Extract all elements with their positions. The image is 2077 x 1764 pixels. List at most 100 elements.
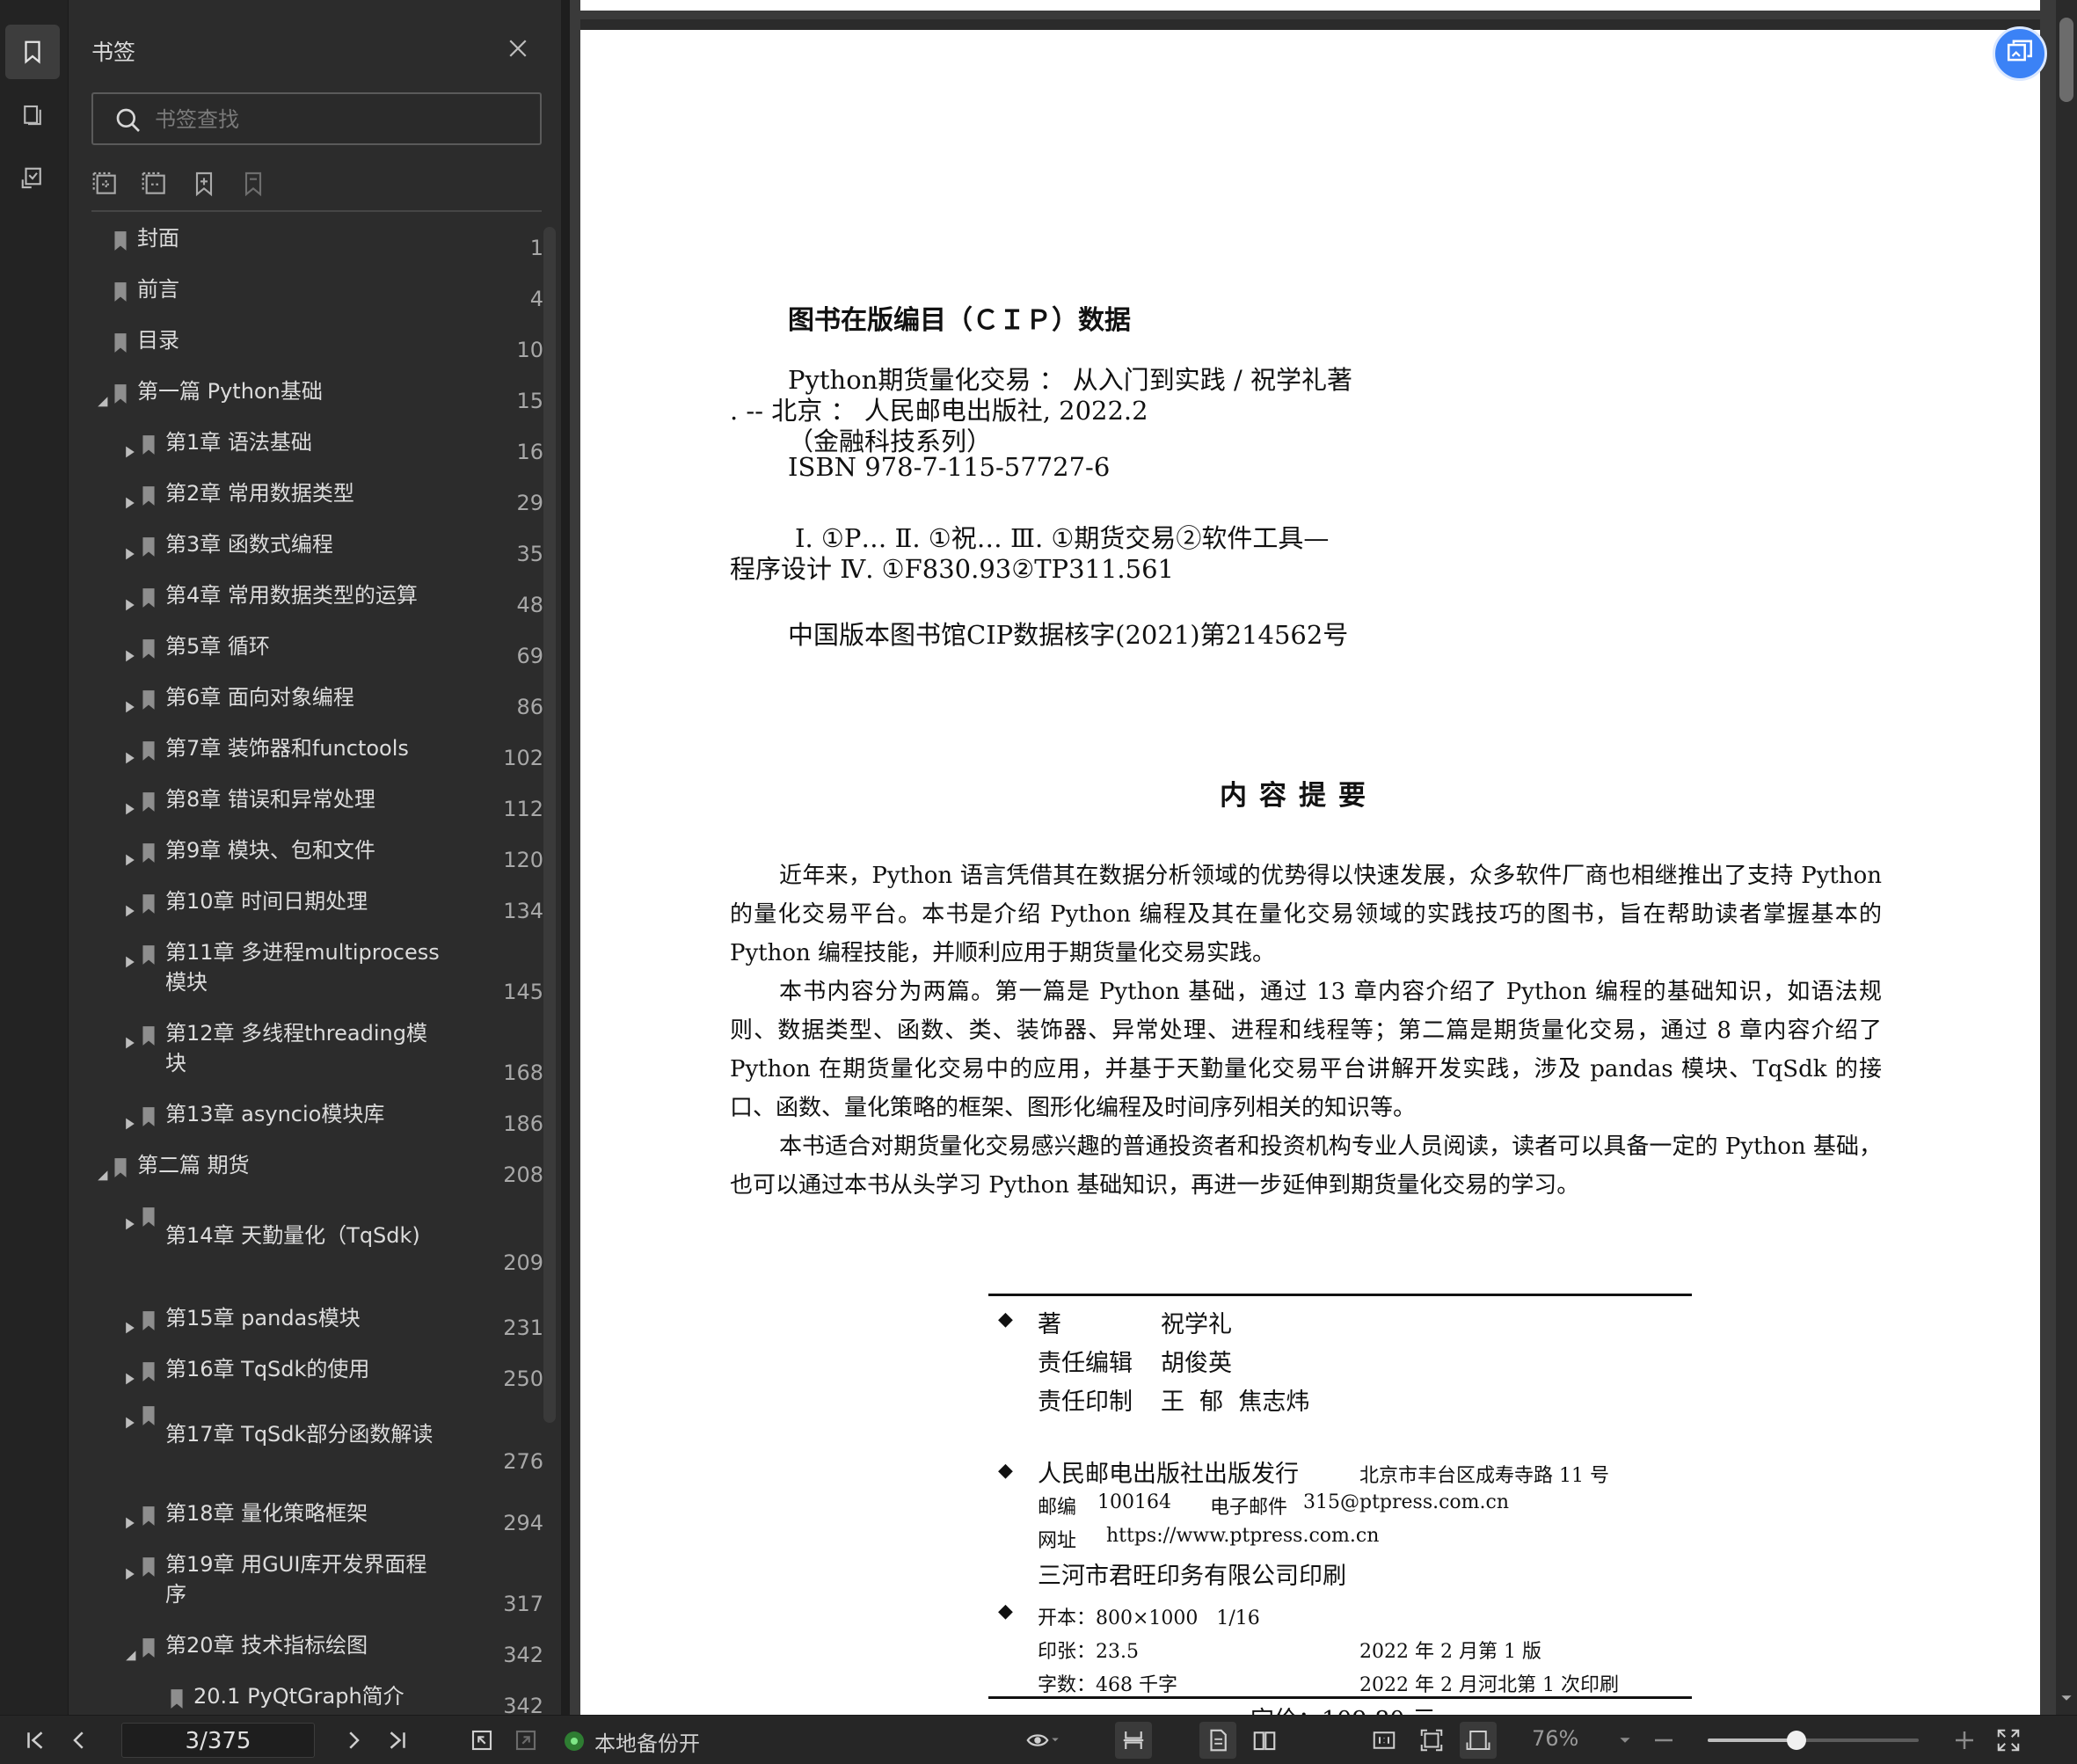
eye-protection-button[interactable] [1018, 1724, 1066, 1756]
collapsed-triangle-icon[interactable] [123, 593, 137, 611]
zoom-in-button[interactable] [1949, 1724, 1980, 1756]
bookmark-panel-button[interactable] [5, 25, 60, 79]
floating-tool-button[interactable] [1993, 26, 2047, 81]
bookmark-icon [141, 1556, 157, 1578]
thumbnail-panel-button[interactable] [5, 88, 60, 142]
fit-page-button[interactable] [1416, 1724, 1447, 1756]
collapsed-triangle-icon[interactable] [123, 746, 137, 764]
scrollbar-thumb[interactable] [2059, 18, 2073, 102]
bookmark-item[interactable]: 第20章 技术指标绘图 342 [69, 1633, 543, 1678]
previous-page-button[interactable] [63, 1724, 95, 1756]
two-page-button[interactable] [1249, 1724, 1280, 1756]
last-page-button[interactable] [382, 1724, 413, 1756]
bookmark-item[interactable]: 第1章 语法基础 16 [69, 430, 543, 475]
bookmark-item[interactable]: 第4章 常用数据类型的运算 48 [69, 583, 543, 628]
collapse-all-button[interactable] [141, 170, 172, 201]
zoom-dropdown-button[interactable] [1616, 1724, 1634, 1756]
bookmark-icon [141, 536, 157, 558]
bookmark-item[interactable]: 目录 10 [69, 328, 543, 373]
collapsed-triangle-icon[interactable] [123, 899, 137, 917]
collapsed-triangle-icon[interactable] [123, 1212, 137, 1230]
bookmark-item[interactable]: 第7章 装饰器和functools 102 [69, 736, 543, 781]
zoom-slider[interactable] [1708, 1731, 1919, 1750]
bookmark-scrollbar[interactable] [543, 227, 556, 1423]
bookmark-item[interactable]: 第12章 多线程threading模 块 168 [69, 1021, 543, 1092]
scroll-down-icon[interactable] [2060, 1692, 2073, 1704]
first-page-button[interactable] [19, 1724, 51, 1756]
bookmark-item[interactable]: 第19章 用GUI库开发界面程 序 317 [69, 1552, 543, 1623]
publisher-address: 北京市丰台区成寿寺路 11 号 [1359, 1465, 1609, 1487]
fullscreen-button[interactable] [1993, 1724, 2024, 1756]
bookmark-item[interactable]: 第18章 量化策略框架 294 [69, 1501, 543, 1546]
panel-splitter[interactable] [561, 0, 570, 1715]
bookmark-item[interactable]: 第17章 TqSdk部分函数解读 276 [69, 1406, 543, 1474]
bookmark-page-number: 145 [503, 980, 543, 1004]
first-page-icon [27, 1731, 43, 1749]
bookmark-item[interactable]: 封面 1 [69, 227, 543, 271]
zoom-slider-knob[interactable] [1786, 1731, 1806, 1750]
bookmark-item[interactable]: 前言 4 [69, 277, 543, 322]
bookmark-item[interactable]: 20.1 PyQtGraph简介 342 [69, 1684, 543, 1715]
postcode-label: 邮编 [1038, 1497, 1077, 1519]
bookmark-page-number: 102 [503, 746, 543, 770]
zoom-level[interactable]: 76% [1532, 1726, 1578, 1751]
collapsed-triangle-icon[interactable] [123, 491, 137, 509]
continuous-scroll-button[interactable] [1115, 1722, 1152, 1759]
collapsed-triangle-icon[interactable] [123, 797, 137, 815]
bookmark-page-number: 342 [503, 1694, 543, 1715]
expanded-triangle-icon[interactable] [95, 389, 109, 407]
bookmark-item[interactable]: 第8章 错误和异常处理 112 [69, 787, 543, 832]
collapsed-triangle-icon[interactable] [123, 644, 137, 662]
collapsed-triangle-icon[interactable] [123, 695, 137, 713]
bookmark-label: 第6章 面向对象编程 [165, 685, 354, 710]
go-forward-button[interactable] [510, 1724, 542, 1756]
backup-label: 本地备份开 [594, 1731, 700, 1756]
bookmark-item[interactable]: 第6章 面向对象编程 86 [69, 685, 543, 730]
add-bookmark-button[interactable] [190, 170, 222, 201]
document-scrollbar[interactable] [2056, 0, 2077, 1715]
bookmark-item[interactable]: 第11章 多进程multiprocess 模块 145 [69, 940, 543, 1011]
bookmark-page-number: 208 [503, 1163, 543, 1187]
bookmark-label: 第17章 TqSdk部分函数解读 [165, 1422, 434, 1447]
collapsed-triangle-icon[interactable] [123, 542, 137, 560]
bookmark-item[interactable]: 第9章 模块、包和文件 120 [69, 838, 543, 883]
bookmark-item[interactable]: 第14章 天勤量化（TqSdk) 209 [69, 1207, 543, 1275]
bookmark-item[interactable]: 第3章 函数式编程 35 [69, 532, 543, 577]
bookmark-item[interactable]: 第一篇 Python基础 15 [69, 379, 543, 424]
single-page-button[interactable] [1199, 1722, 1236, 1759]
collapsed-triangle-icon[interactable] [123, 1511, 137, 1529]
collapsed-triangle-icon[interactable] [123, 1562, 137, 1580]
zoom-out-button[interactable] [1648, 1724, 1680, 1756]
bookmark-item[interactable]: 第15章 pandas模块 231 [69, 1306, 543, 1351]
expand-all-button[interactable] [91, 170, 123, 201]
bookmark-item[interactable]: 第13章 asyncio模块库 186 [69, 1102, 543, 1147]
bookmark-item[interactable]: 第10章 时间日期处理 134 [69, 889, 543, 934]
bookmark-item[interactable]: 第二篇 期货 208 [69, 1153, 543, 1198]
collapsed-triangle-icon[interactable] [123, 1316, 137, 1334]
fit-width-icon [1466, 1731, 1490, 1750]
collapsed-triangle-icon[interactable] [123, 1112, 137, 1130]
expanded-triangle-icon[interactable] [95, 1163, 109, 1181]
fit-width-button[interactable] [1460, 1722, 1497, 1759]
go-back-button[interactable] [466, 1724, 498, 1756]
page-number-input[interactable]: 3/375 [121, 1723, 315, 1758]
collapsed-triangle-icon[interactable] [123, 440, 137, 458]
bookmark-search[interactable] [91, 92, 542, 145]
expanded-triangle-icon[interactable] [123, 1643, 137, 1661]
bookmark-icon [141, 1025, 157, 1046]
close-panel-button[interactable] [505, 35, 531, 62]
collapsed-triangle-icon[interactable] [123, 950, 137, 968]
bookmark-search-input[interactable] [155, 103, 524, 136]
collapsed-triangle-icon[interactable] [123, 1410, 137, 1429]
collapsed-triangle-icon[interactable] [123, 848, 137, 866]
collapsed-triangle-icon[interactable] [123, 1031, 137, 1049]
collapsed-triangle-icon[interactable] [123, 1367, 137, 1385]
bookmark-item[interactable]: 第16章 TqSdk的使用 250 [69, 1357, 543, 1402]
local-backup-status[interactable]: 本地备份开 [565, 1728, 700, 1756]
remove-bookmark-button[interactable] [239, 170, 271, 201]
actual-size-button[interactable] [1368, 1724, 1400, 1756]
bookmark-item[interactable]: 第2章 常用数据类型 29 [69, 481, 543, 526]
annotation-panel-button[interactable] [5, 151, 60, 206]
next-page-button[interactable] [338, 1724, 369, 1756]
bookmark-item[interactable]: 第5章 循环 69 [69, 634, 543, 679]
